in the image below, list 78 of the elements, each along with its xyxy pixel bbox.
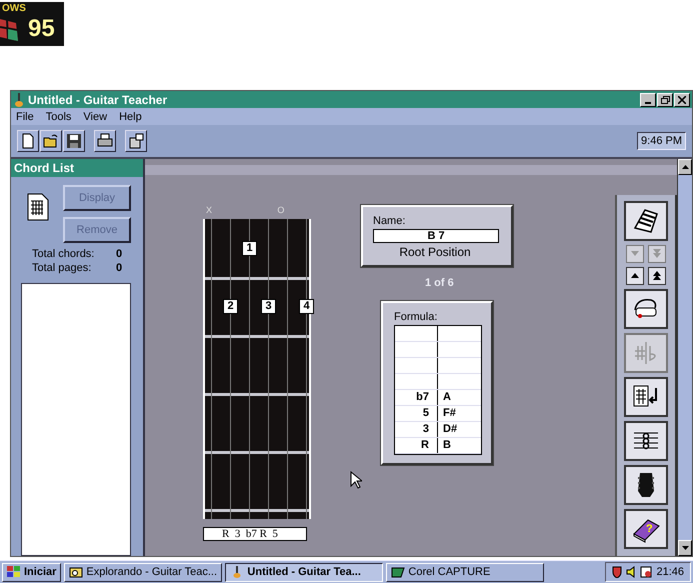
- taskbar-item[interactable]: Untitled - Guitar Tea...: [225, 562, 384, 582]
- blank-page-icon: [20, 133, 36, 149]
- stat-value: 0: [116, 261, 122, 275]
- window-title: Untitled - Guitar Teacher: [28, 92, 168, 106]
- stat-value: 0: [116, 247, 122, 261]
- note-cell-text: B: [442, 438, 452, 453]
- scroll-up-icon: [682, 165, 688, 169]
- help-tool-button[interactable]: ?: [624, 509, 668, 549]
- save-button[interactable]: [63, 130, 85, 152]
- printer-icon: [97, 133, 113, 149]
- double-up-icon: [653, 271, 661, 281]
- hand-tool-button[interactable]: [624, 201, 668, 241]
- question-mark: ?: [646, 523, 653, 535]
- finger-marker: 2: [223, 299, 238, 314]
- down-triangle-icon: [631, 251, 639, 257]
- note-cell-text: A: [442, 390, 452, 405]
- finger-marker: 4: [299, 299, 314, 314]
- string-mark: O: [277, 205, 284, 215]
- restore-button[interactable]: [657, 92, 673, 106]
- chord-list-box[interactable]: [21, 283, 131, 556]
- taskbar-item[interactable]: Explorando - Guitar Teac...: [64, 562, 222, 582]
- close-button[interactable]: [674, 92, 690, 106]
- menu-item[interactable]: View: [83, 110, 108, 122]
- degree-cell: R: [395, 438, 438, 453]
- shield-icon: [612, 566, 622, 578]
- minimize-icon: [645, 102, 651, 104]
- restore-icon: [660, 96, 670, 104]
- chord-name-field: B 7: [373, 229, 499, 243]
- chord-notes: R 3 b7 R 5: [203, 527, 307, 541]
- headstock-tool-button[interactable]: [624, 465, 668, 505]
- close-icon: [678, 96, 686, 104]
- logo-word: OWS: [2, 3, 26, 14]
- finger-marker: 1: [242, 241, 257, 256]
- panel-title: Chord List: [11, 159, 143, 177]
- menu-item[interactable]: Tools: [46, 110, 72, 122]
- double-down-icon: [653, 249, 661, 259]
- degree-cell: 3: [395, 422, 438, 437]
- print-button[interactable]: [94, 130, 116, 152]
- staff-tool-button[interactable]: [624, 421, 668, 461]
- taskbar-clock: 21:46: [656, 566, 684, 578]
- formula-label: Formula:: [394, 311, 438, 323]
- window-icon: [128, 133, 144, 149]
- note-cell-text: D#: [442, 422, 458, 437]
- folder-icon: [43, 133, 59, 149]
- insert-tool-button[interactable]: [624, 377, 668, 417]
- stat-label: Total chords:: [32, 247, 96, 261]
- up-triangle-icon: [631, 273, 639, 279]
- string-mark: X: [206, 205, 212, 215]
- guitar-icon: [13, 92, 25, 106]
- folder-icon: [69, 566, 84, 578]
- taskbar-item[interactable]: Corel CAPTURE: [386, 562, 544, 582]
- chord-sheet-icon: [27, 193, 49, 221]
- vertical-scrollbar[interactable]: [677, 159, 692, 556]
- step-up-button[interactable]: [626, 267, 644, 285]
- position-label: Root Position: [398, 245, 472, 259]
- start-button[interactable]: Iniciar: [2, 562, 62, 582]
- page-counter: 1 of 6: [425, 277, 454, 289]
- degree-cell: b7: [395, 390, 438, 405]
- fingers-tool-button[interactable]: [624, 289, 668, 329]
- menu-item[interactable]: Help: [119, 110, 142, 122]
- new-button[interactable]: [17, 130, 39, 152]
- scroll-down-icon: [682, 546, 688, 550]
- windows-flag-icon: [7, 566, 21, 578]
- logo-number: 95: [28, 15, 55, 43]
- mouse-cursor-icon: [350, 471, 362, 489]
- scheduler-icon: [640, 566, 652, 578]
- name-label: Name:: [373, 215, 406, 227]
- finger-marker: 3: [261, 299, 276, 314]
- jump-up-button[interactable]: [648, 267, 666, 285]
- properties-button[interactable]: [125, 130, 147, 152]
- degree-cell: 5: [395, 406, 438, 421]
- stat-label: Total pages:: [32, 261, 92, 275]
- open-button[interactable]: [40, 130, 62, 152]
- speaker-icon: [626, 566, 636, 578]
- note-cell-text: F#: [442, 406, 457, 421]
- clock: 9:46 PM: [637, 132, 686, 150]
- menu-item[interactable]: File: [16, 110, 34, 122]
- minimize-button[interactable]: [640, 92, 656, 106]
